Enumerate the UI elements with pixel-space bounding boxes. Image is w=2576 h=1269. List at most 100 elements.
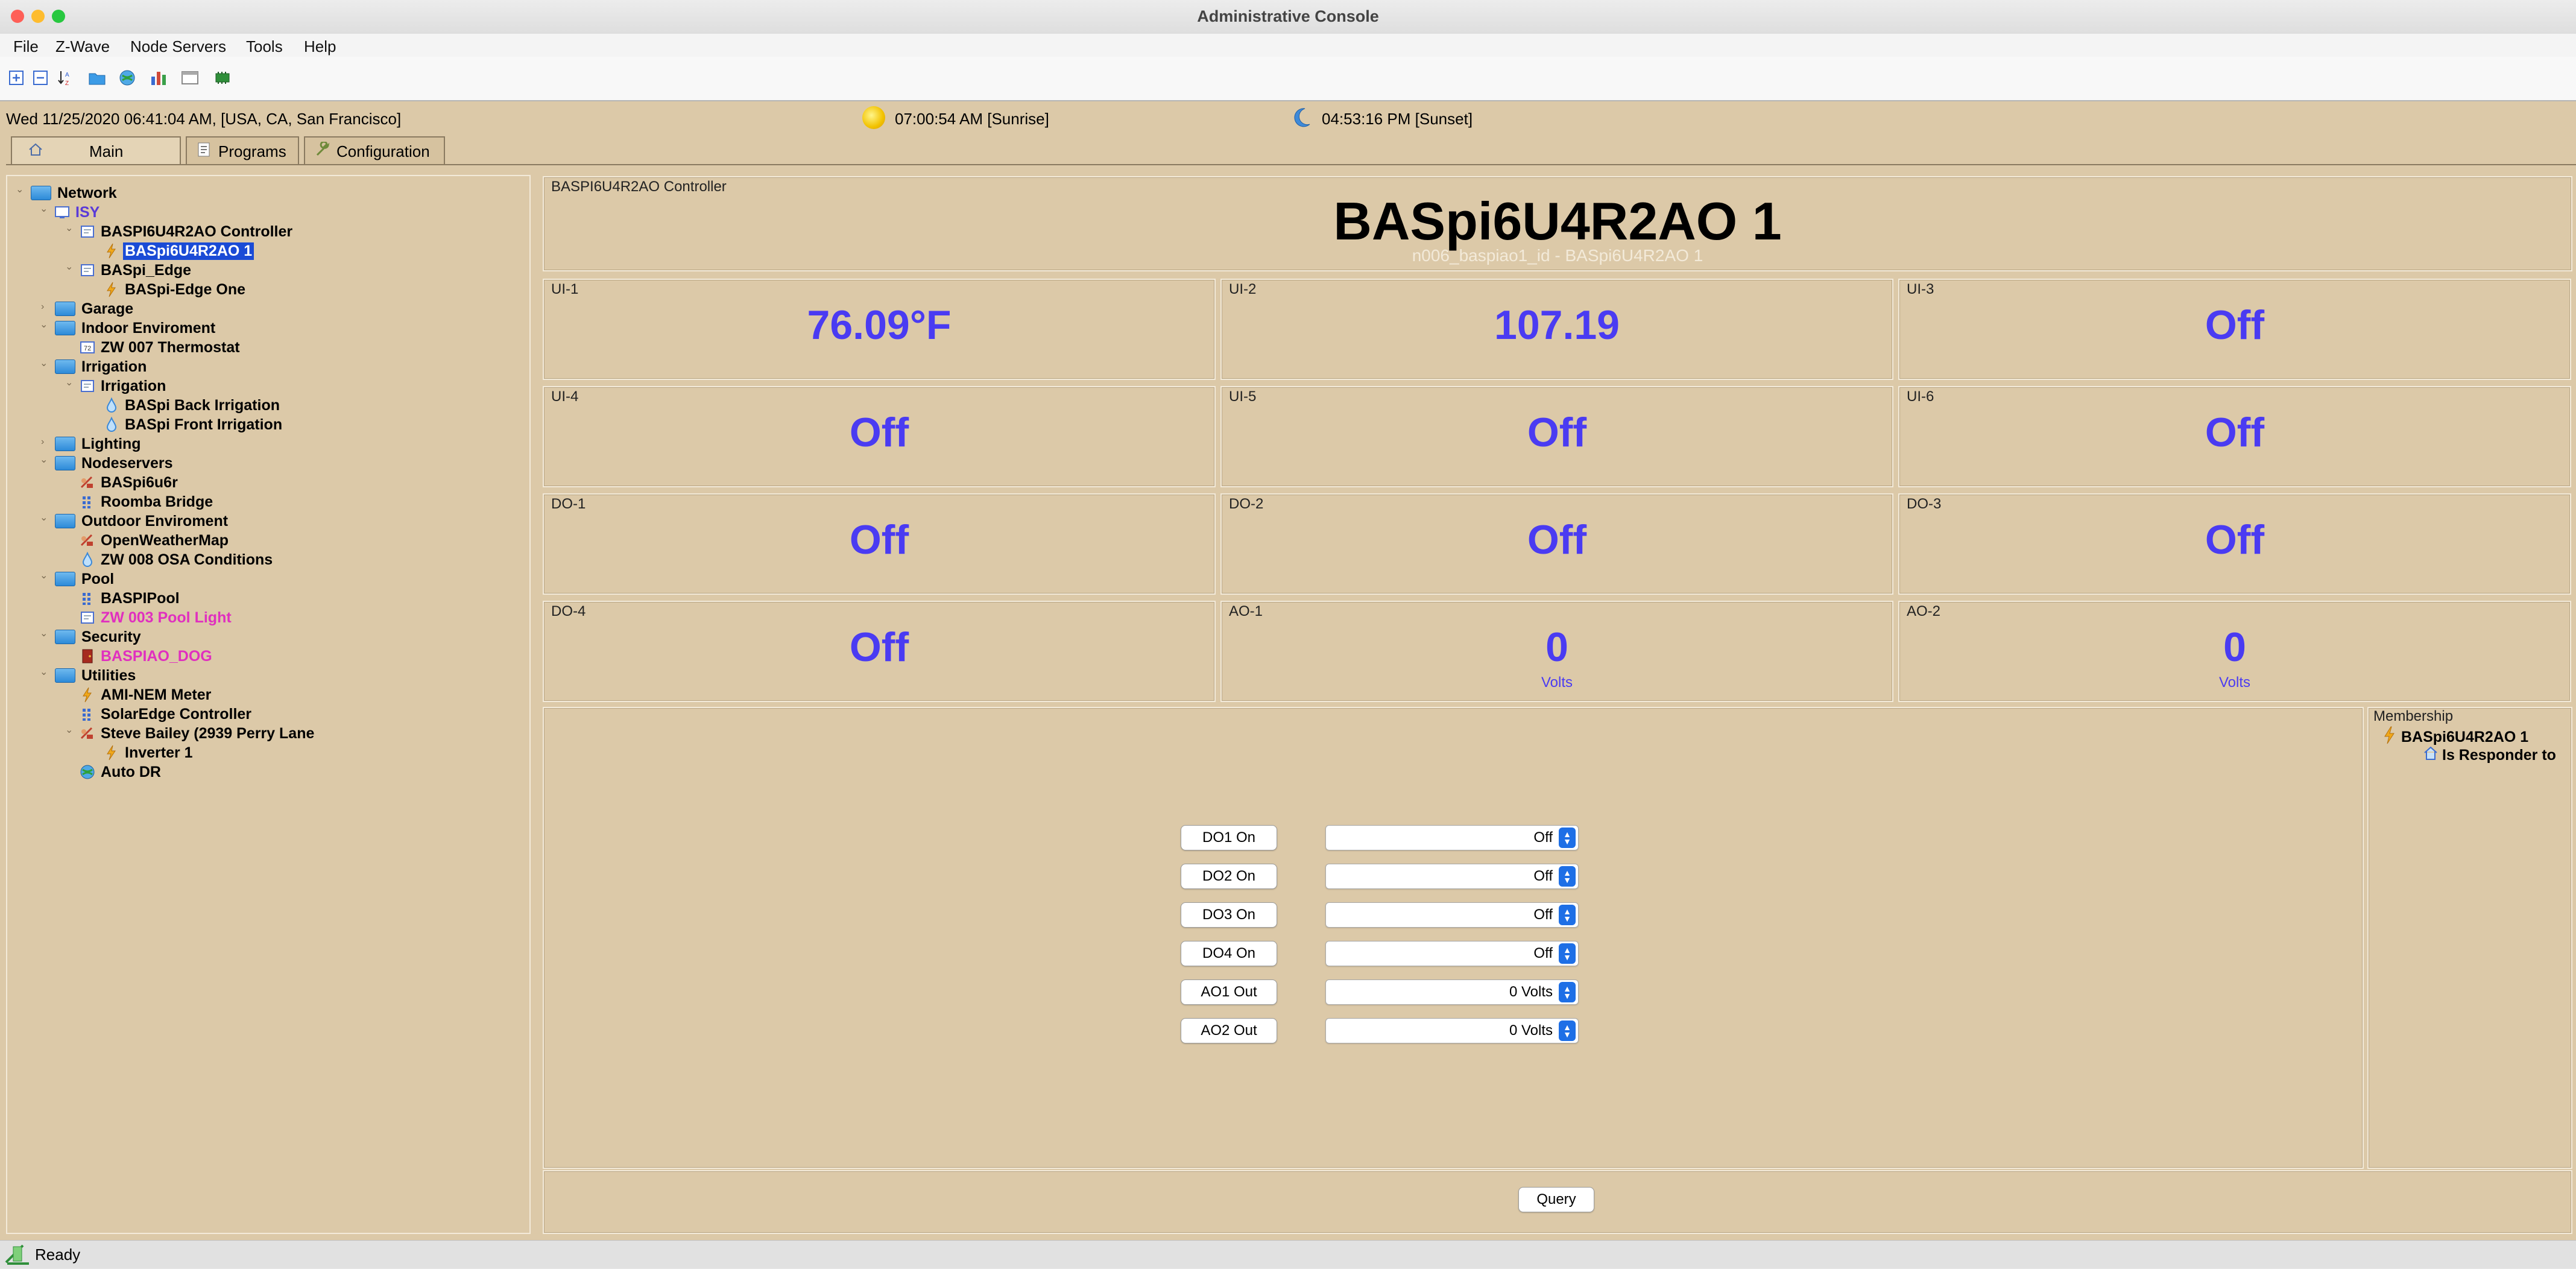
tile-value: Off <box>849 410 909 455</box>
do4-on-button[interactable]: DO4 On <box>1181 941 1277 966</box>
tree-node-steve-bailey-2939-perry-lane[interactable]: ⌄ Steve Bailey (2939 Perry Lane <box>65 724 316 743</box>
tree-node-nodeservers[interactable]: ⌄ Nodeservers <box>40 454 174 473</box>
tree-node-baspiao-dog[interactable]: BASPIAO_DOG <box>80 647 214 666</box>
tree-node-baspi6u6r[interactable]: BASpi6u6r <box>80 473 180 492</box>
tree-node-baspi-back-irrigation[interactable]: BASpi Back Irrigation <box>104 396 282 415</box>
tree-toggle-icon[interactable]: ⌄ <box>16 185 24 195</box>
tree-node-label: BASpi Back Irrigation <box>125 396 280 414</box>
tree-toggle-icon[interactable]: ⌄ <box>40 455 48 465</box>
tree-node-label: OpenWeatherMap <box>101 531 229 549</box>
tree-node-openweathermap[interactable]: OpenWeatherMap <box>80 531 230 550</box>
tree-toggle-icon[interactable]: ⌄ <box>40 571 48 581</box>
tree-node-label: Indoor Enviroment <box>81 319 216 337</box>
ao2-out-button[interactable]: AO2 Out <box>1181 1018 1277 1043</box>
query-button[interactable]: Query <box>1518 1187 1594 1212</box>
chart-icon[interactable] <box>150 69 168 87</box>
tree-node-baspi-front-irrigation[interactable]: BASpi Front Irrigation <box>104 415 284 434</box>
tile-label: UI-6 <box>1907 388 1934 405</box>
tree-node-baspipool[interactable]: BASPIPool <box>80 589 182 608</box>
tree-node-roomba-bridge[interactable]: Roomba Bridge <box>80 492 215 511</box>
device-tree[interactable]: ⌄ Network ⌄ ISY ⌄ BASPI6U4R2AO Controller BASp… <box>6 175 531 1234</box>
tree-toggle-icon[interactable]: ⌄ <box>65 262 74 272</box>
membership-role[interactable]: Is Responder to <box>2423 745 2556 765</box>
tree-node-network[interactable]: ⌄ Network <box>16 183 119 203</box>
tree-toggle-icon[interactable]: › <box>41 437 49 447</box>
sunrise-time: 07:00:54 AM [Sunrise] <box>895 110 1049 128</box>
tree-node-irrigation[interactable]: ⌄ Irrigation <box>65 376 168 396</box>
window-icon[interactable] <box>181 69 199 87</box>
tree-node-irrigation[interactable]: ⌄ Irrigation <box>40 357 148 376</box>
do2-on-select[interactable]: Off ▲ ▼ <box>1325 864 1579 889</box>
tree-toggle-icon[interactable]: ⌄ <box>40 359 48 369</box>
grid-icon <box>80 707 95 721</box>
menu-zwave[interactable]: Z-Wave <box>55 37 110 56</box>
menu-file[interactable]: File <box>13 37 39 56</box>
menu-help[interactable]: Help <box>304 37 336 56</box>
tree-node-lighting[interactable]: › Lighting <box>41 434 143 454</box>
ao1-out-button[interactable]: AO1 Out <box>1181 979 1277 1005</box>
menu-tools[interactable]: Tools <box>246 37 283 56</box>
tree-toggle-icon[interactable]: ⌄ <box>65 726 74 735</box>
do3-on-select[interactable]: Off ▲ ▼ <box>1325 902 1579 928</box>
tab-main[interactable]: Main <box>11 136 181 165</box>
tree-toggle-icon[interactable]: ⌄ <box>40 668 48 677</box>
tree-node-baspi-edge-one[interactable]: BASpi-Edge One <box>104 280 247 299</box>
tree-toggle-icon[interactable]: ⌄ <box>40 320 48 330</box>
tree-node-zw-003-pool-light[interactable]: ZW 003 Pool Light <box>80 608 233 627</box>
tree-node-outdoor-enviroment[interactable]: ⌄ Outdoor Enviroment <box>40 511 230 531</box>
tree-node-zw-008-osa-conditions[interactable]: ZW 008 OSA Conditions <box>80 550 274 569</box>
tree-node-garage[interactable]: › Garage <box>41 299 135 318</box>
do4-on-select[interactable]: Off ▲ ▼ <box>1325 941 1579 966</box>
device-icon[interactable] <box>213 69 232 87</box>
tile-label: AO-2 <box>1907 603 1941 619</box>
tile-value: 107.19 <box>1494 302 1620 348</box>
tree-node-pool[interactable]: ⌄ Pool <box>40 569 116 589</box>
folder-icon[interactable] <box>88 69 106 87</box>
tree-toggle-icon[interactable]: ⌄ <box>40 629 48 639</box>
tree-toggle-icon[interactable]: ⌄ <box>40 204 48 214</box>
tree-node-security[interactable]: ⌄ Security <box>40 627 143 647</box>
tile-ui-4: UI-4 Off <box>543 386 1216 487</box>
sunset-time: 04:53:16 PM [Sunset] <box>1322 110 1473 128</box>
moon-icon <box>1289 106 1312 129</box>
tree-node-ami-nem-meter[interactable]: AMI-NEM Meter <box>80 685 213 704</box>
ao2-out-select[interactable]: 0 Volts ▲ ▼ <box>1325 1018 1579 1043</box>
tab-programs[interactable]: Programs <box>186 136 299 165</box>
tree-node-inverter-1[interactable]: Inverter 1 <box>104 743 195 762</box>
tree-node-label: BASPIAO_DOG <box>101 647 212 665</box>
tree-node-baspi-edge[interactable]: ⌄ BASpi_Edge <box>65 261 193 280</box>
do2-on-button[interactable]: DO2 On <box>1181 864 1277 889</box>
do3-on-button[interactable]: DO3 On <box>1181 902 1277 928</box>
expand-all-icon[interactable] <box>7 69 25 87</box>
tree-toggle-icon[interactable]: ⌄ <box>65 378 74 388</box>
tree-node-solaredge-controller[interactable]: SolarEdge Controller <box>80 704 253 724</box>
tree-toggle-icon[interactable]: › <box>41 302 49 312</box>
tree-node-label: BASPI6U4R2AO Controller <box>101 223 293 240</box>
tile-label: DO-1 <box>551 496 586 512</box>
tree-node-label: Auto DR <box>101 763 161 780</box>
tree-node-auto-dr[interactable]: Auto DR <box>80 762 163 782</box>
folder-icon <box>30 186 52 200</box>
tree-toggle-icon[interactable]: ⌄ <box>65 224 74 233</box>
tree-node-baspi6u4r2ao-controller[interactable]: ⌄ BASPI6U4R2AO Controller <box>65 222 294 241</box>
tree-node-indoor-enviroment[interactable]: ⌄ Indoor Enviroment <box>40 318 217 338</box>
tree-node-baspi6u4r2ao-1[interactable]: BASpi6U4R2AO 1 <box>104 241 254 261</box>
device-icon <box>80 610 95 625</box>
tree-node-label: ZW 007 Thermostat <box>101 338 240 356</box>
tree-node-isy[interactable]: ⌄ ISY <box>40 203 101 222</box>
do1-on-button[interactable]: DO1 On <box>1181 825 1277 850</box>
sort-icon[interactable]: AZ <box>57 69 75 87</box>
tree-node-utilities[interactable]: ⌄ Utilities <box>40 666 137 685</box>
tab-configuration[interactable]: Configuration <box>304 136 445 165</box>
tree-node-label: Outdoor Enviroment <box>81 512 229 530</box>
do1-on-select[interactable]: Off ▲ ▼ <box>1325 825 1579 850</box>
globe-icon[interactable] <box>118 69 136 87</box>
responder-icon <box>2423 745 2442 765</box>
tile-label: AO-1 <box>1229 603 1263 619</box>
tree-node-zw-007-thermostat[interactable]: 72 ZW 007 Thermostat <box>80 338 242 357</box>
ao1-out-select[interactable]: 0 Volts ▲ ▼ <box>1325 979 1579 1005</box>
collapse-all-icon[interactable] <box>31 69 49 87</box>
tree-toggle-icon[interactable]: ⌄ <box>40 513 48 523</box>
menu-node-servers[interactable]: Node Servers <box>130 37 226 56</box>
tile-value: Off <box>1527 517 1587 563</box>
